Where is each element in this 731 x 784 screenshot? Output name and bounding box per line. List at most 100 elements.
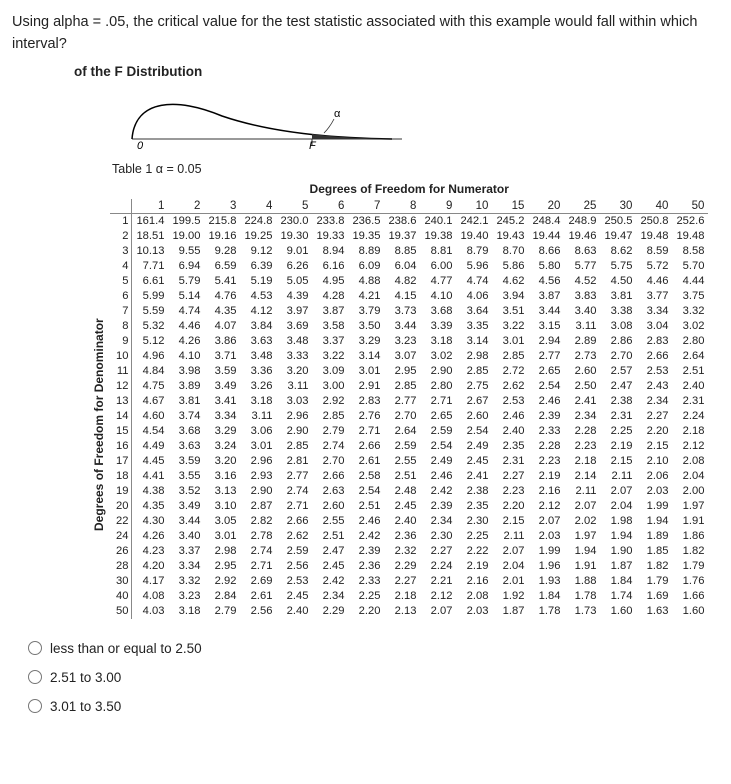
table-row: 310.139.559.289.129.018.948.898.858.818.… — [110, 244, 708, 259]
cell: 2.07 — [528, 514, 564, 529]
row-header: 14 — [110, 409, 132, 424]
cell: 3.50 — [348, 319, 384, 334]
cell: 1.73 — [564, 604, 600, 619]
col-header: 25 — [564, 199, 600, 214]
cell: 3.14 — [456, 334, 492, 349]
row-header: 7 — [110, 304, 132, 319]
cell: 2.53 — [636, 364, 672, 379]
cell: 2.63 — [312, 484, 348, 499]
cell: 3.23 — [168, 589, 204, 604]
row-header: 5 — [110, 274, 132, 289]
cell: 3.49 — [204, 379, 240, 394]
cell: 1.88 — [564, 574, 600, 589]
choice-1[interactable]: less than or equal to 2.50 — [28, 641, 719, 656]
cell: 19.47 — [600, 229, 636, 244]
cell: 19.30 — [276, 229, 312, 244]
cell: 2.49 — [420, 454, 456, 469]
choice-2[interactable]: 2.51 to 3.00 — [28, 670, 719, 685]
cell: 2.71 — [240, 559, 276, 574]
cell: 2.96 — [276, 409, 312, 424]
row-header: 28 — [110, 559, 132, 574]
cell: 2.00 — [672, 484, 708, 499]
cell: 3.22 — [492, 319, 528, 334]
choice-label: less than or equal to 2.50 — [50, 641, 202, 656]
cell: 2.07 — [492, 544, 528, 559]
cell: 4.45 — [132, 454, 169, 469]
cell: 2.46 — [420, 469, 456, 484]
cell: 3.41 — [204, 394, 240, 409]
cell: 2.78 — [240, 529, 276, 544]
cell: 1.87 — [600, 559, 636, 574]
table-row: 404.083.232.842.612.452.342.252.182.122.… — [110, 589, 708, 604]
cell: 4.35 — [204, 304, 240, 319]
cell: 1.90 — [600, 544, 636, 559]
cell: 3.23 — [384, 334, 420, 349]
choice-label: 3.01 to 3.50 — [50, 699, 121, 714]
cell: 3.87 — [312, 304, 348, 319]
cell: 2.51 — [312, 529, 348, 544]
cell: 3.01 — [492, 334, 528, 349]
cell: 3.32 — [672, 304, 708, 319]
cell: 6.59 — [204, 259, 240, 274]
cell: 3.20 — [276, 364, 312, 379]
cell: 238.6 — [384, 214, 420, 229]
cell: 2.38 — [456, 484, 492, 499]
cell: 9.55 — [168, 244, 204, 259]
col-header: 10 — [456, 199, 492, 214]
radio-icon[interactable] — [28, 641, 42, 655]
cell: 5.79 — [168, 274, 204, 289]
cell: 4.06 — [456, 289, 492, 304]
cell: 2.73 — [564, 349, 600, 364]
cell: 2.85 — [276, 439, 312, 454]
cell: 3.08 — [600, 319, 636, 334]
section-header: of the F Distribution — [74, 64, 719, 79]
cell: 2.38 — [600, 394, 636, 409]
cell: 5.70 — [672, 259, 708, 274]
cell: 2.25 — [456, 529, 492, 544]
cell: 10.13 — [132, 244, 169, 259]
cell: 1.96 — [528, 559, 564, 574]
cell: 2.11 — [600, 469, 636, 484]
cell: 1.74 — [600, 589, 636, 604]
cell: 2.64 — [384, 424, 420, 439]
cell: 2.30 — [420, 529, 456, 544]
cell: 3.29 — [348, 334, 384, 349]
cell: 3.05 — [204, 514, 240, 529]
cell: 2.71 — [348, 424, 384, 439]
row-header: 17 — [110, 454, 132, 469]
cell: 19.46 — [564, 229, 600, 244]
cell: 2.06 — [636, 469, 672, 484]
radio-icon[interactable] — [28, 699, 42, 713]
cell: 3.11 — [276, 379, 312, 394]
cell: 2.36 — [348, 559, 384, 574]
cell: 3.01 — [240, 439, 276, 454]
cell: 3.39 — [420, 319, 456, 334]
cell: 1.79 — [636, 574, 672, 589]
cell: 3.24 — [204, 439, 240, 454]
cell: 2.15 — [636, 439, 672, 454]
cell: 8.89 — [348, 244, 384, 259]
cell: 2.20 — [636, 424, 672, 439]
cell: 1.76 — [672, 574, 708, 589]
cell: 3.77 — [636, 289, 672, 304]
cell: 2.74 — [312, 439, 348, 454]
col-header: 8 — [384, 199, 420, 214]
cell: 19.16 — [204, 229, 240, 244]
cell: 19.37 — [384, 229, 420, 244]
cell: 6.16 — [312, 259, 348, 274]
cell: 2.33 — [348, 574, 384, 589]
cell: 2.60 — [456, 409, 492, 424]
cell: 9.28 — [204, 244, 240, 259]
cell: 8.70 — [492, 244, 528, 259]
cell: 1.84 — [528, 589, 564, 604]
radio-icon[interactable] — [28, 670, 42, 684]
cell: 3.55 — [168, 469, 204, 484]
choice-3[interactable]: 3.01 to 3.50 — [28, 699, 719, 714]
cell: 2.42 — [348, 529, 384, 544]
cell: 2.85 — [312, 409, 348, 424]
cell: 1.93 — [528, 574, 564, 589]
cell: 3.15 — [528, 319, 564, 334]
cell: 2.08 — [672, 454, 708, 469]
cell: 2.62 — [492, 379, 528, 394]
cell: 2.07 — [420, 604, 456, 619]
